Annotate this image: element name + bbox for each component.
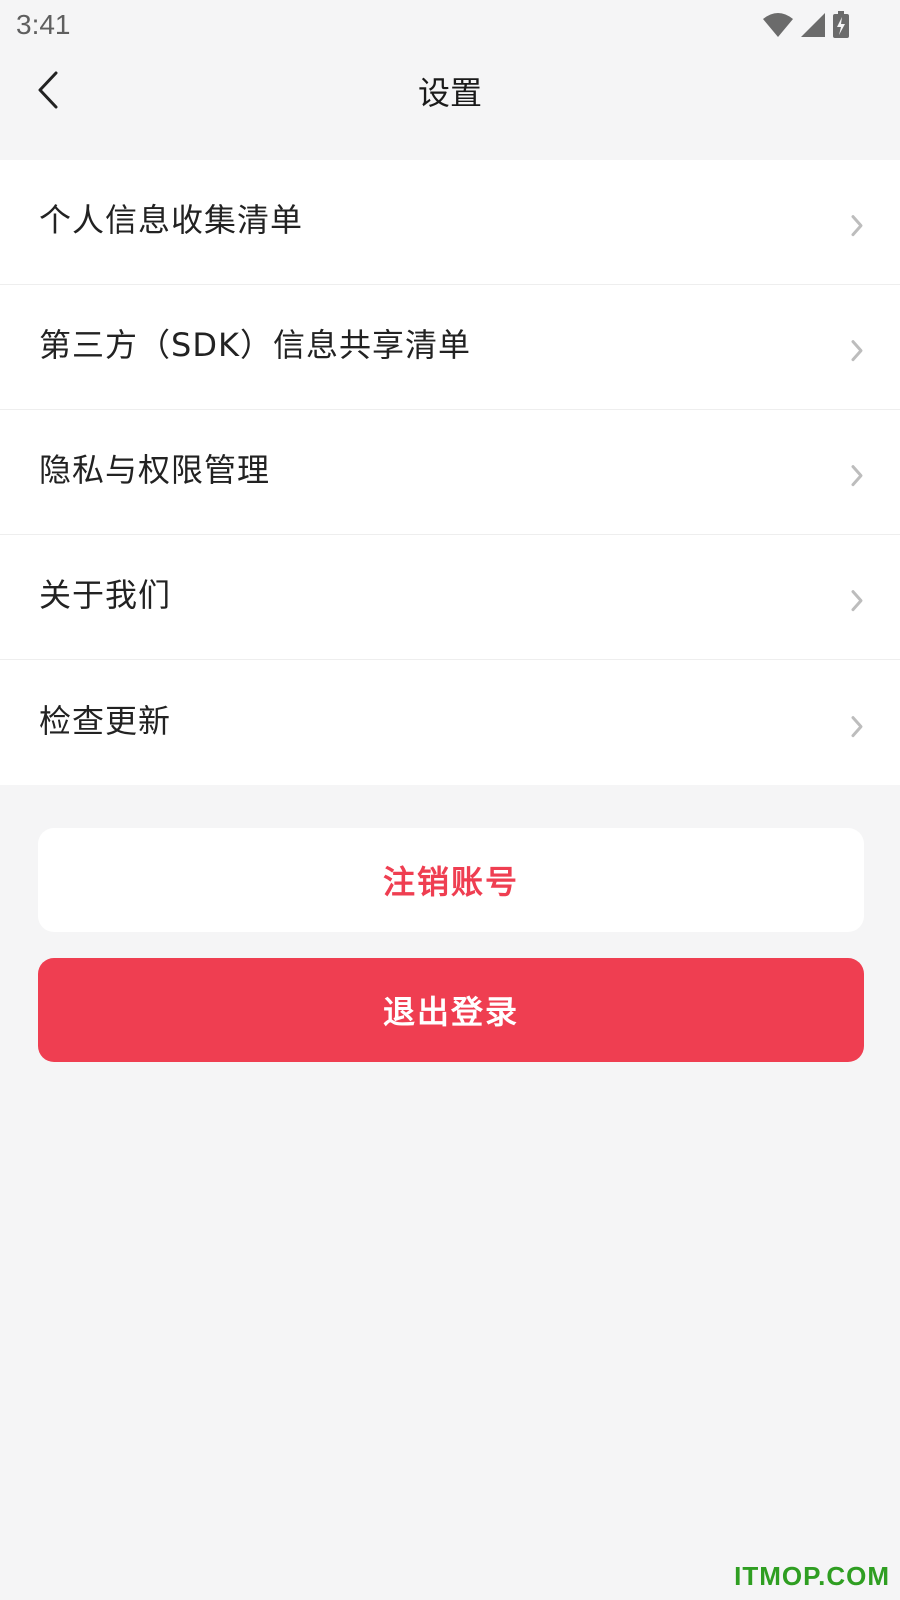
menu-item-check-update[interactable]: 检查更新 bbox=[0, 660, 900, 785]
menu-item-label: 关于我们 bbox=[39, 576, 172, 614]
chevron-right-icon bbox=[850, 464, 864, 492]
menu-item-label: 个人信息收集清单 bbox=[39, 201, 304, 239]
menu-item-about-us[interactable]: 关于我们 bbox=[0, 535, 900, 660]
menu-item-label: 第三方（SDK）信息共享清单 bbox=[39, 326, 471, 364]
status-icons bbox=[762, 10, 850, 40]
menu-item-privacy-permissions[interactable]: 隐私与权限管理 bbox=[0, 410, 900, 535]
chevron-right-icon bbox=[850, 589, 864, 617]
status-time: 3:41 bbox=[16, 9, 71, 40]
logout-button[interactable]: 退出登录 bbox=[38, 958, 864, 1062]
nav-bar: 设置 bbox=[0, 52, 900, 134]
chevron-left-icon bbox=[34, 70, 62, 114]
page-title: 设置 bbox=[417, 74, 482, 112]
watermark-logo: ITMOP.COM bbox=[734, 1561, 890, 1591]
status-bar: 3:41 bbox=[0, 0, 900, 52]
menu-item-personal-info-list[interactable]: 个人信息收集清单 bbox=[0, 160, 900, 285]
menu-item-label: 隐私与权限管理 bbox=[39, 451, 271, 489]
deactivate-account-button[interactable]: 注销账号 bbox=[38, 828, 864, 932]
cellular-signal-icon bbox=[800, 12, 826, 38]
chevron-right-icon bbox=[850, 714, 864, 742]
chevron-right-icon bbox=[850, 214, 864, 242]
wifi-icon bbox=[762, 12, 794, 38]
menu-item-label: 检查更新 bbox=[39, 701, 172, 740]
chevron-right-icon bbox=[850, 339, 864, 367]
battery-charging-icon bbox=[832, 11, 850, 39]
menu-item-third-party-sdk-list[interactable]: 第三方（SDK）信息共享清单 bbox=[0, 285, 900, 410]
back-button[interactable] bbox=[20, 64, 76, 120]
settings-menu-list: 个人信息收集清单 第三方（SDK）信息共享清单 隐私与权限管理 关于我们 检查更… bbox=[0, 160, 900, 785]
